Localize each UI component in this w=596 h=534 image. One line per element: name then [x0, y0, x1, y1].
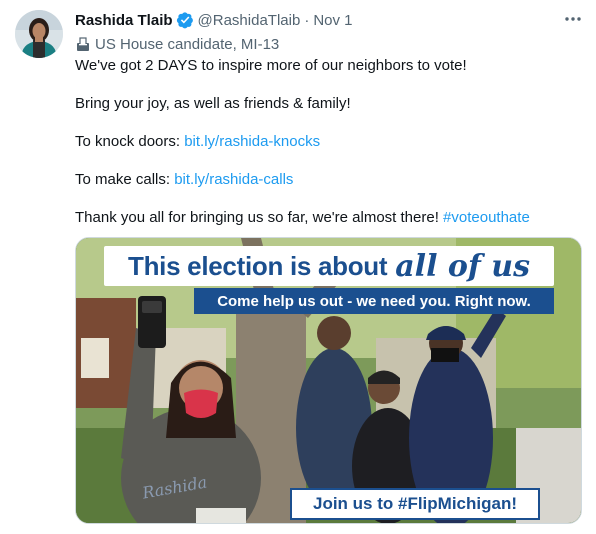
tweet-text: We've got 2 DAYS to inspire more of our … [75, 56, 583, 228]
knock-link[interactable]: bit.ly/rashida-knocks [184, 133, 320, 150]
author-avatar[interactable] [15, 10, 63, 58]
banner-title-emphasis: all of us [395, 248, 530, 284]
banner-title: This election is about all of us [104, 246, 554, 286]
tweet-line: We've got 2 DAYS to inspire more of our … [75, 57, 467, 74]
banner-title-main: This election is about [128, 250, 388, 281]
tweet-header: Rashida Tlaib @RashidaTlaib · Nov 1 [75, 10, 583, 30]
verified-badge-icon [176, 11, 194, 29]
candidate-label: US House candidate, MI-13 [75, 34, 583, 54]
author-name[interactable]: Rashida Tlaib [75, 12, 173, 29]
author-handle[interactable]: @RashidaTlaib [198, 12, 301, 29]
header-separator: · [304, 11, 310, 29]
knock-prefix: To knock doors: [75, 133, 185, 150]
tweet-line: To make calls: bit.ly/rashida-calls [75, 170, 583, 190]
tweet-media-image[interactable]: This election is about all of us Come he… [75, 237, 582, 524]
tweet[interactable]: Rashida Tlaib @RashidaTlaib · Nov 1 US H… [75, 10, 583, 228]
banner-subtitle: Come help us out - we need you. Right no… [194, 288, 554, 314]
hashtag-link[interactable]: #voteouthate [443, 209, 530, 226]
avatar-photo [15, 10, 63, 58]
candidate-label-text: US House candidate, MI-13 [95, 35, 280, 53]
cta-banner: Join us to #FlipMichigan! [290, 488, 540, 520]
more-options-icon[interactable] [563, 10, 583, 28]
thanks-text: Thank you all for bringing us so far, we… [75, 209, 444, 226]
ballot-box-icon [75, 36, 91, 52]
tweet-line: Thank you all for bringing us so far, we… [75, 208, 583, 228]
tweet-date[interactable]: Nov 1 [313, 12, 352, 29]
tweet-line: Bring your joy, as well as friends & fam… [75, 95, 351, 112]
tweet-line: To knock doors: bit.ly/rashida-knocks [75, 132, 583, 152]
calls-prefix: To make calls: [75, 171, 175, 188]
calls-link[interactable]: bit.ly/rashida-calls [174, 171, 293, 188]
